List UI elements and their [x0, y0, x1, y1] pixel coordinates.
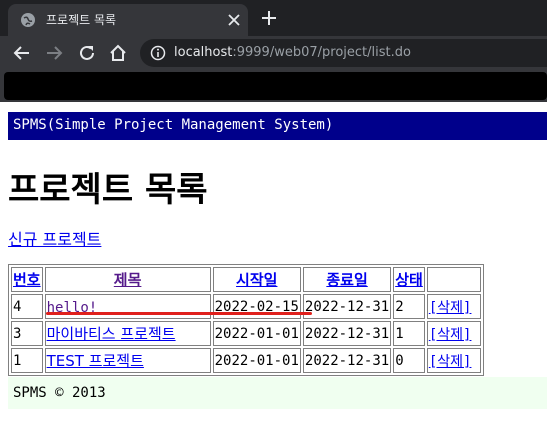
- page-content: SPMS(Simple Project Management System) 프…: [0, 102, 547, 441]
- reload-icon[interactable]: [77, 43, 97, 63]
- globe-icon: [21, 13, 35, 27]
- cell-action: [삭제]: [426, 321, 481, 346]
- column-header-end[interactable]: 종료일: [302, 267, 392, 292]
- url-text[interactable]: localhost:9999/web07/project/list.do: [174, 45, 411, 60]
- back-arrow-icon[interactable]: [12, 43, 32, 63]
- cell-state: 1: [393, 321, 425, 346]
- cell-no: 4: [11, 294, 43, 319]
- redacted-region: [4, 72, 547, 100]
- info-icon[interactable]: [150, 45, 166, 61]
- new-project-link[interactable]: 신규 프로젝트: [8, 226, 101, 250]
- delete-link[interactable]: [삭제]: [429, 327, 472, 343]
- column-header-title[interactable]: 제목: [44, 267, 211, 292]
- sort-no-link[interactable]: 번호: [13, 271, 41, 289]
- sort-end-link[interactable]: 종료일: [326, 271, 367, 289]
- column-header-start[interactable]: 시작일: [212, 267, 301, 292]
- delete-link[interactable]: [삭제]: [429, 300, 472, 316]
- column-header-no[interactable]: 번호: [11, 267, 43, 292]
- cell-end-date: 2022-12-31: [302, 294, 392, 319]
- sort-state-link[interactable]: 상태: [395, 271, 423, 289]
- site-header: SPMS(Simple Project Management System): [8, 112, 547, 140]
- annotation-underline: [46, 312, 312, 315]
- home-icon[interactable]: [108, 43, 128, 63]
- bookmarks-bar: [0, 70, 547, 102]
- sort-start-link[interactable]: 시작일: [236, 271, 277, 289]
- new-tab-icon[interactable]: [259, 8, 279, 28]
- table-row: 3 마이바티스 프로젝트 2022-01-01 2022-12-31 1 [삭제…: [11, 321, 481, 346]
- cell-start-date: 2022-02-15: [212, 294, 301, 319]
- page-title: 프로젝트 목록: [8, 170, 208, 210]
- delete-link[interactable]: [삭제]: [429, 354, 472, 370]
- browser-tab[interactable]: 프로젝트 목록: [8, 4, 248, 36]
- cell-no: 3: [11, 321, 43, 346]
- project-table: 번호 제목 시작일 종료일 상태 4 hello! 2022-02-15 202…: [8, 264, 484, 376]
- table-row: 1 TEST 프로젝트 2022-01-01 2022-12-31 0 [삭제]: [11, 348, 481, 373]
- table-header-row: 번호 제목 시작일 종료일 상태: [11, 267, 481, 292]
- column-header-action: [426, 267, 481, 292]
- table-row: 4 hello! 2022-02-15 2022-12-31 2 [삭제]: [11, 294, 481, 319]
- cell-title: 마이바티스 프로젝트: [44, 321, 211, 346]
- cell-state: 0: [393, 348, 425, 373]
- site-footer: SPMS © 2013: [8, 377, 547, 409]
- cell-start-date: 2022-01-01: [212, 321, 301, 346]
- cell-title: hello!: [44, 294, 211, 319]
- project-title-link[interactable]: 마이바티스 프로젝트: [47, 325, 176, 343]
- browser-toolbar: localhost:9999/web07/project/list.do: [0, 36, 547, 70]
- cell-start-date: 2022-01-01: [212, 348, 301, 373]
- cell-title: TEST 프로젝트: [44, 348, 211, 373]
- cell-action: [삭제]: [426, 294, 481, 319]
- column-header-state[interactable]: 상태: [393, 267, 425, 292]
- close-icon[interactable]: [226, 12, 242, 28]
- cell-action: [삭제]: [426, 348, 481, 373]
- address-bar[interactable]: localhost:9999/web07/project/list.do: [140, 39, 547, 67]
- cell-end-date: 2022-12-31: [302, 348, 392, 373]
- cell-end-date: 2022-12-31: [302, 321, 392, 346]
- forward-arrow-icon[interactable]: [44, 43, 64, 63]
- tab-strip: 프로젝트 목록: [0, 0, 547, 36]
- url-path: :9999/web07/project/list.do: [232, 45, 411, 60]
- footer-text: SPMS © 2013: [13, 385, 106, 401]
- cell-state: 2: [393, 294, 425, 319]
- site-header-text: SPMS(Simple Project Management System): [13, 117, 334, 133]
- sort-title-link[interactable]: 제목: [114, 271, 142, 289]
- url-host: localhost: [174, 45, 233, 60]
- project-title-link[interactable]: TEST 프로젝트: [47, 352, 144, 370]
- tab-title: 프로젝트 목록: [46, 13, 117, 27]
- cell-no: 1: [11, 348, 43, 373]
